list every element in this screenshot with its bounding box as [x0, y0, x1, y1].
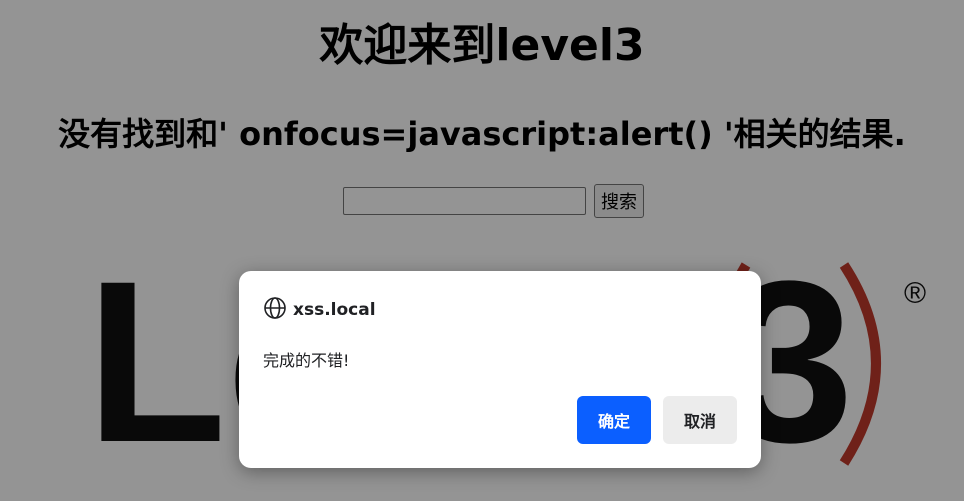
alert-dialog: xss.local 完成的不错! 确定 取消: [239, 271, 761, 468]
ok-button[interactable]: 确定: [577, 396, 651, 444]
dialog-message: 完成的不错!: [263, 351, 350, 370]
globe-icon: [263, 296, 287, 324]
dialog-header: xss.local: [263, 296, 376, 324]
cancel-button[interactable]: 取消: [663, 396, 737, 444]
dialog-buttons: 确定 取消: [577, 396, 737, 444]
dialog-origin: xss.local: [293, 300, 376, 320]
